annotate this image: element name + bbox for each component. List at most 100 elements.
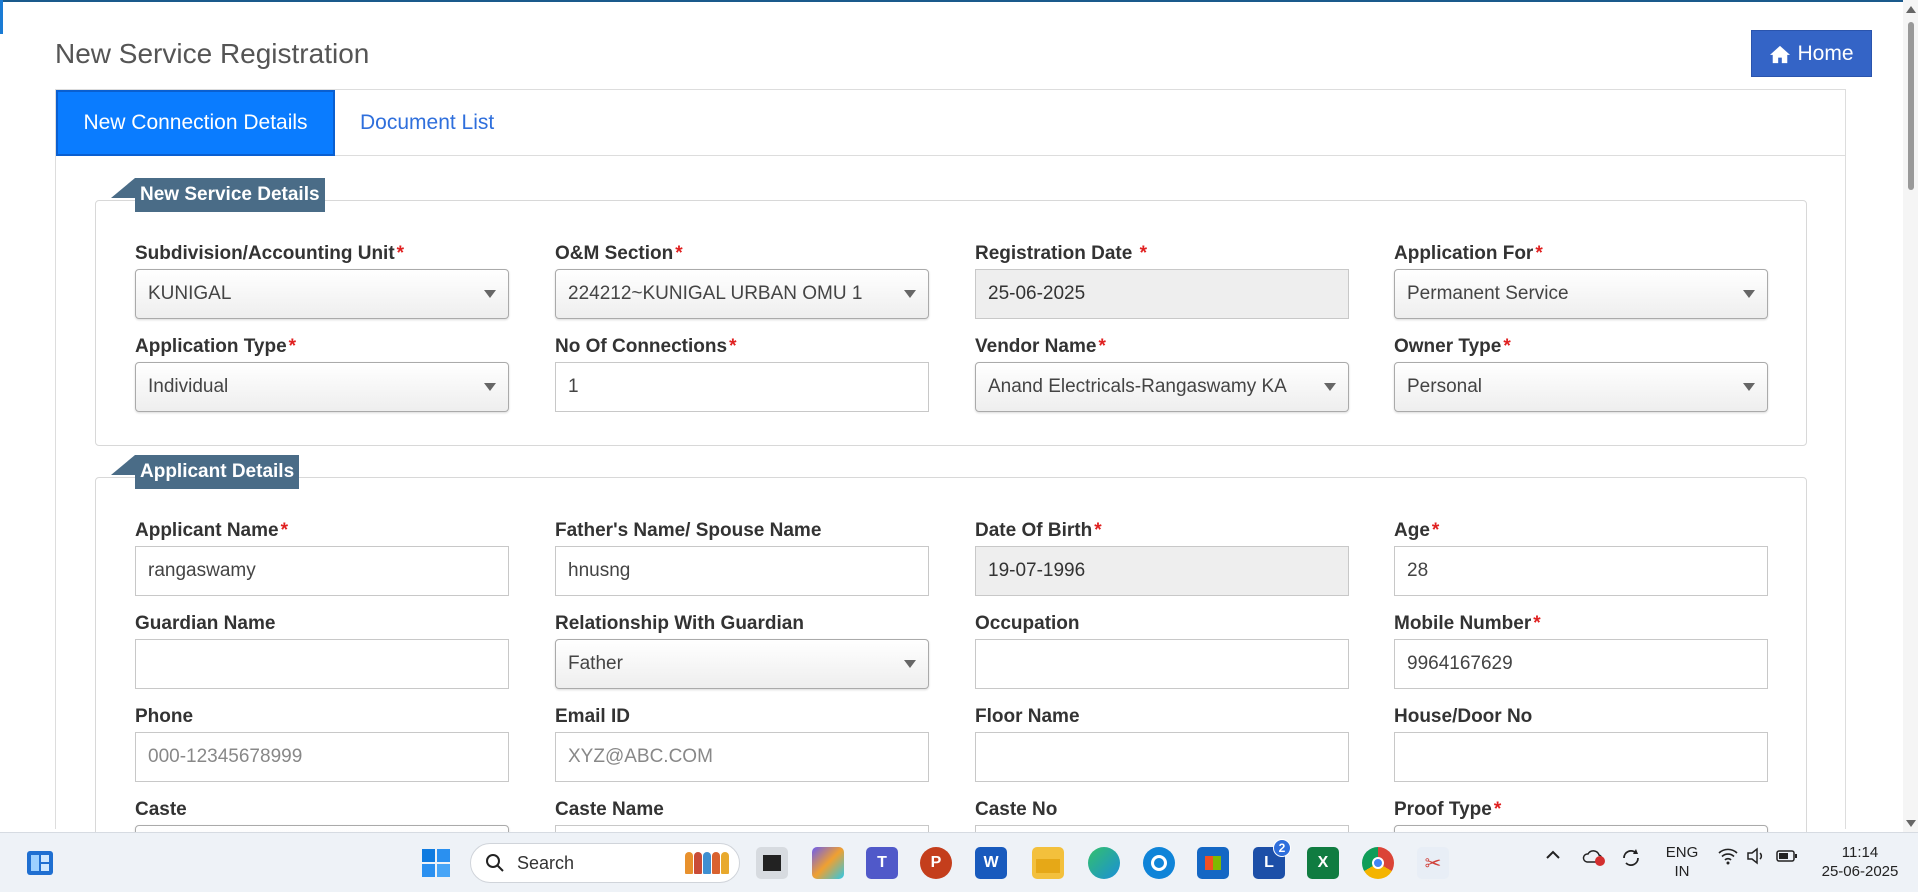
tab-document-list[interactable]: Document List [335,90,519,156]
scroll-down-icon[interactable] [1906,820,1916,827]
application-type-field: Application Type * Individual [135,336,509,412]
new-service-details-section: New Service Details Subdivision/Accounti… [95,178,1807,446]
chevron-down-icon [1324,383,1336,391]
home-button[interactable]: Home [1751,30,1872,77]
sync-icon[interactable] [1620,847,1642,873]
page-scrollbar[interactable] [1903,0,1918,832]
store-icon[interactable] [1197,847,1229,879]
search-highlight-icon [685,852,729,874]
phone-field: Phone 000-12345678999 [135,706,509,782]
home-icon [1770,45,1791,63]
chevron-down-icon [484,290,496,298]
mobile-field: Mobile Number * 9964167629 [1394,613,1768,689]
subdivision-field: Subdivision/Accounting Unit * KUNIGAL [135,243,509,319]
chevron-down-icon [904,660,916,668]
language-indicator[interactable]: ENG IN [1662,843,1702,881]
occupation-field: Occupation [975,613,1349,689]
l-app-icon[interactable]: L 2 [1253,839,1291,879]
section-legend: Applicant Details [111,455,300,489]
application-for-select[interactable]: Permanent Service [1394,269,1768,319]
no-of-connections-input[interactable]: 1 [555,362,929,412]
section-legend: New Service Details [111,178,325,212]
teams-icon[interactable]: T [866,847,898,879]
chevron-down-icon [904,290,916,298]
search-icon [486,854,504,872]
dob-input[interactable]: 19-07-1996 [975,546,1349,596]
chevron-down-icon [484,383,496,391]
top-border [0,0,1918,2]
age-field: Age * 28 [1394,520,1768,596]
applicant-details-section: Applicant Details Applicant Name * rangas… [95,455,1807,875]
caste-field: Caste [135,799,509,875]
onedrive-error-icon[interactable] [1582,847,1606,871]
notification-badge: 2 [1273,839,1291,857]
start-icon[interactable] [420,847,452,879]
application-type-select[interactable]: Individual [135,362,509,412]
scroll-thumb[interactable] [1908,22,1914,190]
vendor-name-select[interactable]: Anand Electricals-Rangaswamy KA [975,362,1349,412]
volume-icon[interactable] [1746,847,1766,869]
wifi-icon[interactable] [1718,847,1738,869]
no-of-connections-field: No Of Connections * 1 [555,336,929,412]
word-icon[interactable]: W [975,847,1007,879]
chevron-down-icon [1743,290,1755,298]
father-name-field: Father's Name/ Spouse Name hnusng [555,520,929,596]
floor-name-field: Floor Name [975,706,1349,782]
section-title: Applicant Details [135,455,300,489]
guardian-name-input[interactable] [135,639,509,689]
page-title: New Service Registration [55,38,370,69]
chevron-up-icon[interactable] [1545,847,1561,867]
email-field: Email ID XYZ@ABC.COM [555,706,929,782]
clock[interactable]: 11:14 25-06-2025 [1815,843,1905,881]
mobile-input[interactable]: 9964167629 [1394,639,1768,689]
clock-time: 11:14 [1841,844,1879,861]
vendor-name-field: Vendor Name * Anand Electricals-Rangaswam… [975,336,1349,412]
om-section-select[interactable]: 224212~KUNIGAL URBAN OMU 1 [555,269,929,319]
father-name-input[interactable]: hnusng [555,546,929,596]
search-label: Search [517,852,575,873]
tab-new-connection-details[interactable]: New Connection Details [56,90,335,156]
owner-type-select[interactable]: Personal [1394,362,1768,412]
application-for-field: Application For * Permanent Service [1394,243,1768,319]
cortana-icon[interactable] [1143,847,1175,879]
guardian-name-field: Guardian Name [135,613,509,689]
left-accent [0,0,3,34]
powerpoint-icon[interactable]: P [920,847,952,879]
tab-bar: New Connection Details Document List [56,90,1845,156]
copilot-icon[interactable] [812,847,844,879]
snipping-tool-icon[interactable]: ✂ [1417,847,1449,879]
registration-date-field: Registration Date * 25-06-2025 [975,243,1349,319]
chevron-down-icon [1743,383,1755,391]
age-input[interactable]: 28 [1394,546,1768,596]
email-input[interactable]: XYZ@ABC.COM [555,732,929,782]
applicant-name-input[interactable]: rangaswamy [135,546,509,596]
relationship-select[interactable]: Father [555,639,929,689]
floor-name-input[interactable] [975,732,1349,782]
main-panel: New Connection Details Document List New… [55,89,1846,875]
clock-date: 25-06-2025 [1821,863,1899,880]
taskbar: Search T P W L 2 X ✂ ENG IN 11:14 25-06-… [0,832,1918,892]
registration-date-input[interactable]: 25-06-2025 [975,269,1349,319]
applicant-name-field: Applicant Name * rangaswamy [135,520,509,596]
battery-icon[interactable] [1776,847,1798,869]
scroll-up-icon[interactable] [1906,6,1916,13]
house-no-field: House/Door No [1394,706,1768,782]
caste-name-field: Caste Name [555,799,929,875]
chrome-icon[interactable] [1362,847,1394,879]
subdivision-select[interactable]: KUNIGAL [135,269,509,319]
owner-type-field: Owner Type * Personal [1394,336,1768,412]
proof-type-field: Proof Type * [1394,799,1768,875]
om-section-field: O&M Section * 224212~KUNIGAL URBAN OMU 1 [555,243,929,319]
dob-field: Date Of Birth * 19-07-1996 [975,520,1349,596]
taskbar-search[interactable]: Search [470,843,740,883]
house-no-input[interactable] [1394,732,1768,782]
task-view-icon[interactable] [756,847,788,879]
widgets-icon[interactable] [24,847,56,879]
caste-no-field: Caste No [975,799,1349,875]
excel-icon[interactable]: X [1307,847,1339,879]
edge-icon[interactable] [1088,847,1120,879]
phone-input[interactable]: 000-12345678999 [135,732,509,782]
file-explorer-icon[interactable] [1032,847,1064,879]
occupation-input[interactable] [975,639,1349,689]
relationship-field: Relationship With Guardian Father [555,613,929,689]
